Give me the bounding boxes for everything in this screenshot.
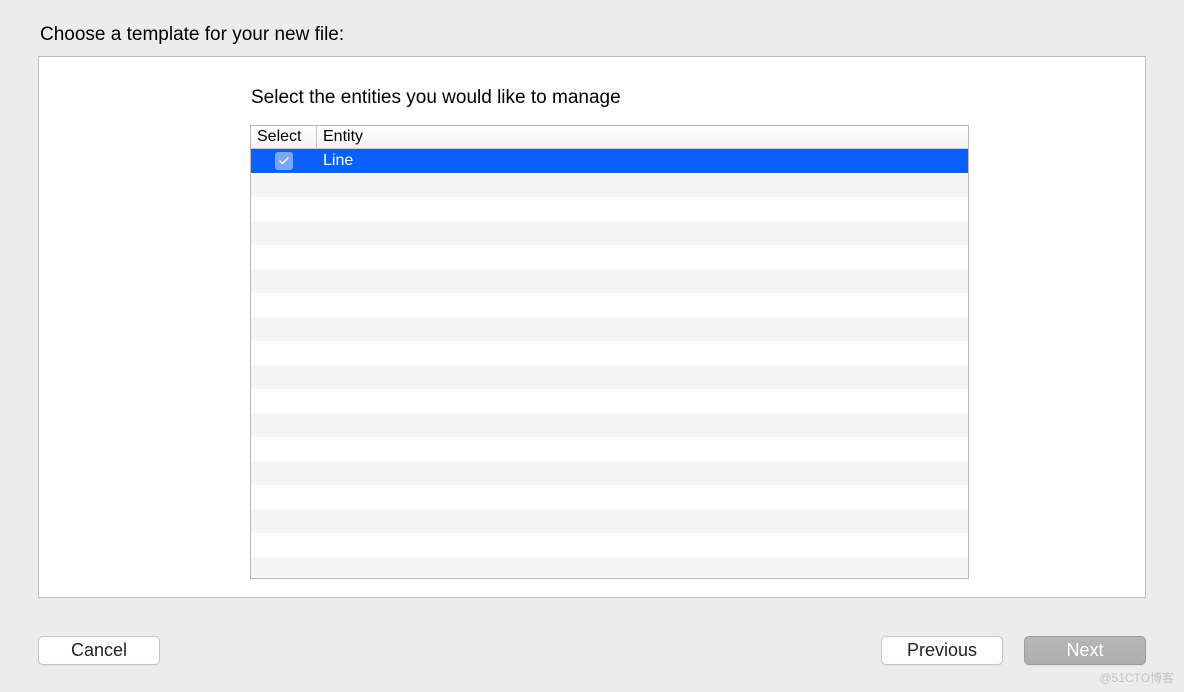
row-entity-cell: Line — [317, 149, 968, 173]
checkmark-icon[interactable] — [275, 152, 293, 170]
table-row-empty — [251, 461, 968, 485]
table-row-empty — [251, 341, 968, 365]
table-header: Select Entity — [251, 126, 968, 149]
next-button[interactable]: Next — [1024, 636, 1146, 665]
previous-button[interactable]: Previous — [881, 636, 1003, 665]
button-bar: Cancel Previous Next — [0, 636, 1184, 670]
table-row-empty — [251, 245, 968, 269]
table-row-empty — [251, 437, 968, 461]
table-row-empty — [251, 221, 968, 245]
table-row-empty — [251, 365, 968, 389]
column-header-entity[interactable]: Entity — [317, 126, 968, 148]
table-row-empty — [251, 557, 968, 579]
table-row-empty — [251, 413, 968, 437]
table-row-empty — [251, 173, 968, 197]
table-row-empty — [251, 533, 968, 557]
table-row-empty — [251, 197, 968, 221]
subtitle: Select the entities you would like to ma… — [39, 57, 1145, 123]
table-row-empty — [251, 389, 968, 413]
cancel-button[interactable]: Cancel — [38, 636, 160, 665]
column-header-select[interactable]: Select — [251, 126, 317, 148]
entity-table: Select Entity Line — [250, 125, 969, 579]
row-select-cell[interactable] — [251, 152, 317, 170]
table-body: Line — [251, 149, 968, 578]
table-row-empty — [251, 317, 968, 341]
page-title: Choose a template for your new file: — [0, 0, 1184, 46]
main-panel: Select the entities you would like to ma… — [38, 56, 1146, 598]
table-row-empty — [251, 269, 968, 293]
table-row-empty — [251, 509, 968, 533]
table-row-empty — [251, 485, 968, 509]
watermark: @51CTO博客 — [1099, 669, 1174, 686]
table-row[interactable]: Line — [251, 149, 968, 173]
table-row-empty — [251, 293, 968, 317]
